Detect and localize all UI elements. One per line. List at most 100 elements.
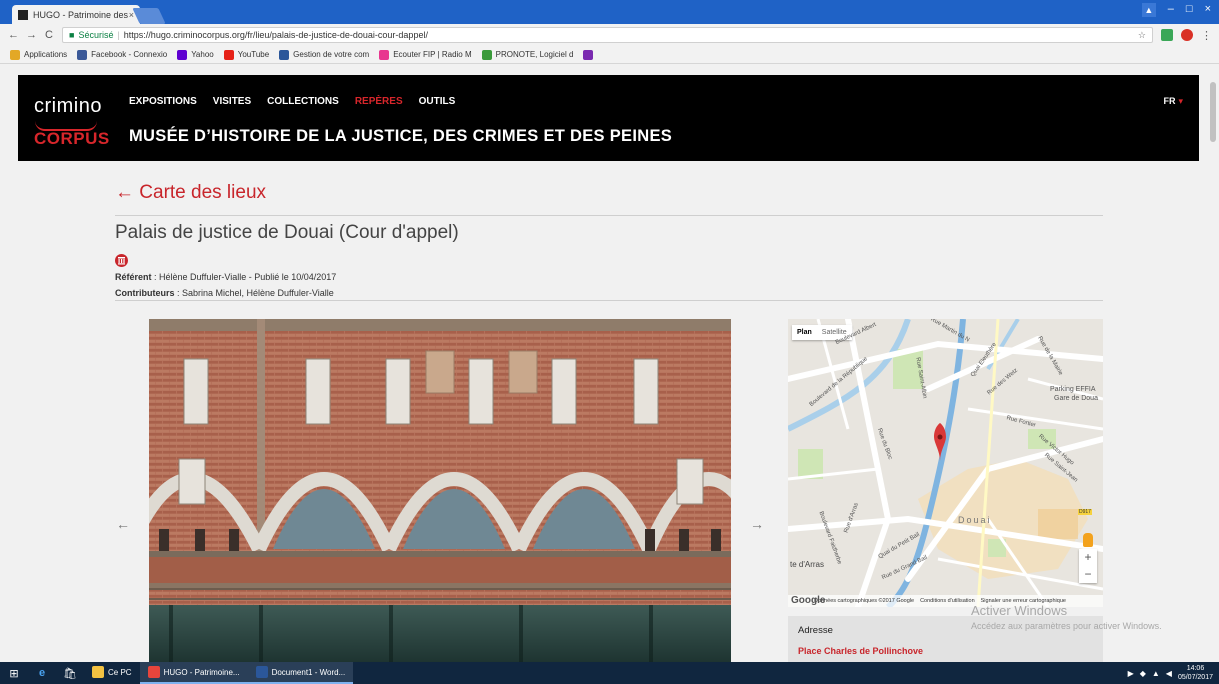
extension-icon[interactable] xyxy=(1161,29,1173,41)
carousel-prev-arrow-icon[interactable]: ← xyxy=(116,516,130,532)
zoom-in-button[interactable]: + xyxy=(1079,549,1097,566)
main-nav: EXPOSITIONS VISITES COLLECTIONS REPÈRES OUTI… xyxy=(129,96,455,107)
browser-tabstrip: HUGO - Patrimoine des × ▲ – □ × xyxy=(0,0,1219,24)
taskbar-app-label: HUGO - Patrimoine... xyxy=(163,667,240,677)
language-selector[interactable]: FR ▾ xyxy=(1163,96,1183,107)
language-label: FR xyxy=(1163,96,1176,106)
chevron-down-icon: ▾ xyxy=(1178,96,1183,106)
bookmark-favicon-icon xyxy=(177,49,188,60)
back-icon[interactable]: ← xyxy=(8,29,19,41)
forward-icon[interactable]: → xyxy=(26,29,37,41)
contributors-text: : Sabrina Michel, Hélène Duffuler-Vialle xyxy=(174,288,334,298)
divider xyxy=(115,215,1103,216)
taskbar-app[interactable]: HUGO - Patrimoine... xyxy=(139,662,248,684)
google-logo[interactable]: Google xyxy=(791,595,825,606)
bookmark-item[interactable] xyxy=(583,49,594,60)
nav-item[interactable]: EXPOSITIONS xyxy=(129,96,197,107)
page-title: Palais de justice de Douai (Cour d'appel… xyxy=(115,222,459,243)
windows-start-icon[interactable]: ⊞ xyxy=(0,662,28,684)
bookmark-label: Gestion de votre com xyxy=(293,50,370,59)
windows-taskbar: ⊞ e 🛍 Ce PC HUGO - Patrimoine... Document1… xyxy=(0,662,1219,684)
bookmark-label: PRONOTE, Logiciel d xyxy=(495,50,574,59)
bookmark-item[interactable]: Applications xyxy=(10,49,68,60)
bookmarks-bar: Applications Facebook - Connexio Yahoo YouT… xyxy=(0,46,1219,64)
taskbar-clock[interactable]: 14:06 05/07/2017 xyxy=(1178,664,1213,682)
tray-shield-icon[interactable]: ◆ xyxy=(1140,669,1146,678)
store-icon[interactable]: 🛍 xyxy=(56,662,84,684)
map-tab-plan[interactable]: Plan xyxy=(792,325,817,340)
tray-arrow-icon[interactable]: ▶ xyxy=(1128,669,1134,678)
watermark-line2: Accédez aux paramètres pour activer Wind… xyxy=(971,621,1162,631)
map-terms-link[interactable]: Conditions d'utilisation xyxy=(920,598,975,604)
taskbar-app[interactable]: Ce PC xyxy=(84,662,140,684)
carousel-next-arrow-icon[interactable]: → xyxy=(750,516,764,532)
bookmark-item[interactable]: Ecouter FIP | Radio M xyxy=(379,49,472,60)
browser-menu-icon[interactable]: ⋮ xyxy=(1201,29,1212,42)
page-scrollbar[interactable] xyxy=(1207,64,1219,662)
activate-windows-watermark: Activer Windows Accédez aux paramètres p… xyxy=(971,603,1162,631)
nav-item[interactable]: REPÈRES xyxy=(355,96,403,107)
reload-icon[interactable]: C xyxy=(44,29,54,41)
system-tray: ▶ ◆ ▲ ◀ 14:06 05/07/2017 xyxy=(1128,664,1219,682)
bookmark-favicon-icon xyxy=(77,49,88,60)
referent-text: : Hélène Duffuler-Vialle - Publié le 10/… xyxy=(151,272,337,282)
nav-item[interactable]: OUTILS xyxy=(419,96,456,107)
address-value-link[interactable]: Place Charles de Pollinchove xyxy=(798,646,1093,656)
map-copyright: Données cartographiques ©2017 Google xyxy=(814,598,915,604)
street-view-pegman-icon[interactable] xyxy=(1083,533,1093,547)
map-label-road: D917 xyxy=(1078,509,1092,515)
logo-corpus[interactable]: CORPUS xyxy=(34,129,110,149)
taskbar-app-label: Document1 - Word... xyxy=(271,667,346,677)
tray-volume-icon[interactable]: ◀ xyxy=(1166,669,1172,678)
bookmark-item[interactable]: PRONOTE, Logiciel d xyxy=(481,49,574,60)
site-header: crimino CORPUS EXPOSITIONS VISITES COLLECT… xyxy=(18,75,1199,161)
adblock-icon[interactable] xyxy=(1181,29,1193,41)
location-map[interactable]: Plan Satellite Boulevard Albert Rue Mart… xyxy=(788,319,1103,607)
page-viewport: crimino CORPUS EXPOSITIONS VISITES COLLECT… xyxy=(0,64,1219,662)
browser-toolbar: ← → C ■ Sécurisé | https://hugo.criminoc… xyxy=(0,24,1219,46)
taskbar-app[interactable]: Document1 - Word... xyxy=(247,662,354,684)
minimize-icon[interactable]: – xyxy=(1168,3,1174,17)
address-bar[interactable]: ■ Sécurisé | https://hugo.criminocorpus.… xyxy=(62,27,1153,43)
bookmark-item[interactable]: YouTube xyxy=(223,49,269,60)
bookmark-favicon-icon xyxy=(10,49,20,60)
contributors-line: Contributeurs : Sabrina Michel, Hélène D… xyxy=(115,288,334,298)
scrollbar-thumb[interactable] xyxy=(1210,82,1216,142)
edge-icon[interactable]: e xyxy=(28,662,56,684)
bookmark-favicon-icon xyxy=(279,49,290,60)
bookmark-favicon-icon xyxy=(583,49,594,60)
bookmark-item[interactable]: Facebook - Connexio xyxy=(77,49,168,60)
zoom-out-button[interactable]: − xyxy=(1079,566,1097,583)
back-to-map-link[interactable]: ← Carte des lieux xyxy=(115,182,266,204)
window-close-icon[interactable]: × xyxy=(1205,3,1211,17)
bookmark-item[interactable]: Gestion de votre com xyxy=(279,49,370,60)
maximize-icon[interactable]: □ xyxy=(1186,3,1193,17)
bookmark-label: Ecouter FIP | Radio M xyxy=(393,50,472,59)
tray-network-icon[interactable]: ▲ xyxy=(1152,669,1160,678)
bookmark-star-icon[interactable]: ☆ xyxy=(1138,30,1146,41)
bookmark-label: Applications xyxy=(24,50,68,59)
user-profile-icon[interactable]: ▲ xyxy=(1141,3,1156,17)
tab-title: HUGO - Patrimoine des xyxy=(33,9,129,20)
divider xyxy=(115,300,1103,301)
map-label-arras: te d'Arras xyxy=(790,560,824,569)
map-label-parking: Parking EFFIA xyxy=(1050,386,1096,393)
taskbar-apps: Ce PC HUGO - Patrimoine... Document1 - Wor… xyxy=(84,662,354,684)
logo-crimino[interactable]: crimino xyxy=(34,95,102,118)
contributors-label: Contributeurs xyxy=(115,288,175,298)
nav-item[interactable]: COLLECTIONS xyxy=(267,96,339,107)
lock-icon: ■ xyxy=(69,30,75,40)
bookmark-favicon-icon xyxy=(481,49,492,60)
site-title: MUSÉE D’HISTOIRE DE LA JUSTICE, DES CRIM… xyxy=(129,127,673,145)
window-controls: ▲ – □ × xyxy=(1141,3,1211,17)
bookmark-item[interactable]: Yahoo xyxy=(177,49,214,60)
secure-label: Sécurisé xyxy=(78,30,114,40)
bookmark-label: Facebook - Connexio xyxy=(91,50,168,59)
map-label-city: Douai xyxy=(958,515,992,525)
nav-item[interactable]: VISITES xyxy=(213,96,251,107)
browser-tab[interactable]: HUGO - Patrimoine des × xyxy=(12,5,140,24)
map-zoom-controls: + − xyxy=(1079,549,1097,583)
site-favicon-icon xyxy=(18,9,28,20)
app-icon xyxy=(92,666,104,678)
map-label-gare: Gare de Doua xyxy=(1054,395,1098,402)
